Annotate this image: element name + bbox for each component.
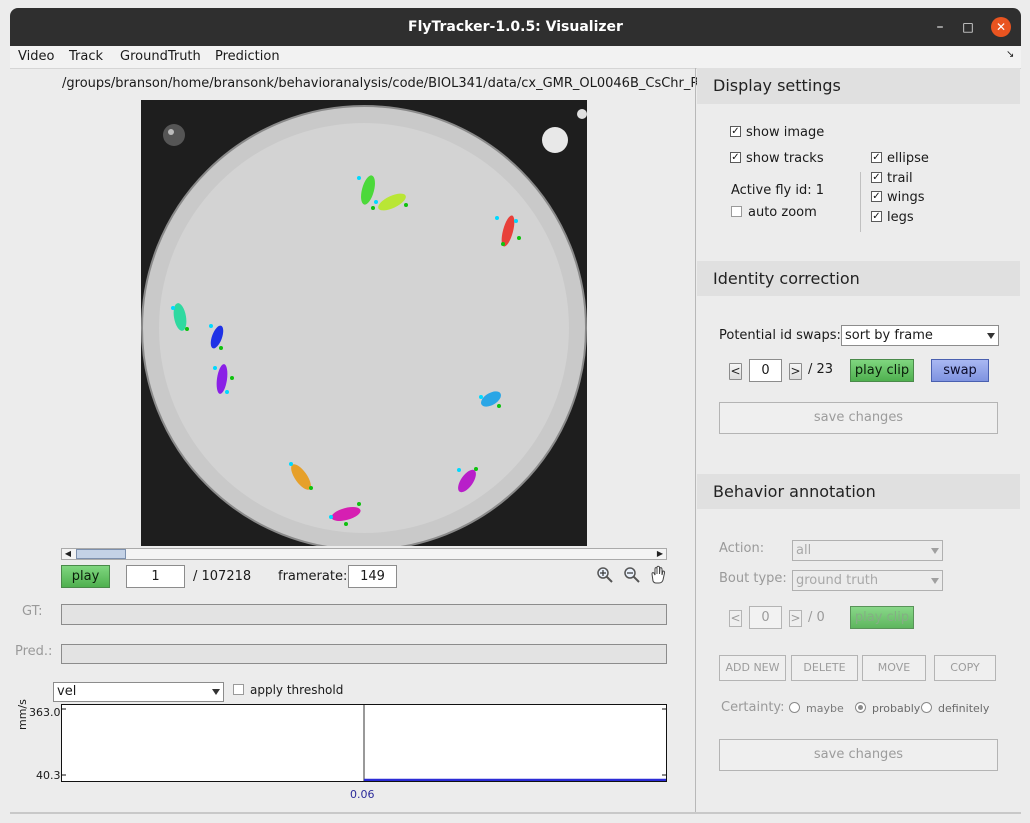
zoom-in-icon[interactable] bbox=[596, 566, 614, 584]
action-select[interactable]: all bbox=[792, 540, 943, 561]
prediction-track[interactable] bbox=[61, 644, 667, 664]
chevron-down-icon bbox=[931, 548, 939, 554]
menu-groundtruth[interactable]: GroundTruth bbox=[120, 49, 201, 64]
title-bar: FlyTracker-1.0.5: Visualizer – □ ✕ bbox=[10, 8, 1021, 46]
bout-type-select-value: ground truth bbox=[796, 573, 879, 588]
behavior-annotation-header: Behavior annotation bbox=[697, 474, 1020, 509]
bout-type-select[interactable]: ground truth bbox=[792, 570, 943, 591]
chevron-down-icon bbox=[931, 578, 939, 584]
feature-plot[interactable] bbox=[61, 704, 667, 782]
swap-total: / 23 bbox=[808, 362, 834, 377]
options-divider bbox=[860, 172, 861, 232]
scroll-right-icon[interactable]: ▶ bbox=[655, 549, 665, 559]
frame-scrollbar[interactable]: ◀ ▶ bbox=[61, 548, 667, 560]
toolbar-toggle-icon[interactable]: ↘ bbox=[1006, 49, 1014, 60]
pred-label: Pred.: bbox=[15, 644, 53, 659]
id-swaps-label: Potential id swaps: bbox=[719, 328, 841, 343]
ground-truth-track[interactable] bbox=[61, 604, 667, 625]
behavior-save-button[interactable]: save changes bbox=[719, 739, 998, 771]
video-frame[interactable] bbox=[141, 100, 587, 551]
move-button[interactable]: MOVE bbox=[862, 655, 926, 681]
menu-video[interactable]: Video bbox=[18, 49, 54, 64]
show-image-checkbox[interactable]: ✓ bbox=[730, 126, 741, 137]
prev-swap-button[interactable]: < bbox=[729, 363, 742, 380]
wings-checkbox[interactable]: ✓ bbox=[871, 191, 882, 202]
x-marker-label: 0.06 bbox=[350, 788, 375, 801]
y-max-label: 363.0 bbox=[29, 706, 61, 719]
action-label: Action: bbox=[719, 541, 765, 556]
show-image-label: show image bbox=[746, 125, 825, 140]
auto-zoom-label: auto zoom bbox=[748, 205, 817, 220]
panel-divider bbox=[695, 68, 696, 813]
chevron-down-icon bbox=[987, 333, 995, 339]
maybe-radio[interactable] bbox=[789, 702, 800, 713]
display-settings-header: Display settings bbox=[697, 68, 1020, 104]
frame-total: / 107218 bbox=[193, 569, 252, 584]
bout-index-input[interactable]: 0 bbox=[749, 606, 782, 629]
wings-label: wings bbox=[887, 190, 925, 205]
behavior-play-clip-button[interactable]: play clip bbox=[850, 606, 914, 629]
sort-select[interactable]: sort by frame bbox=[841, 325, 999, 346]
show-tracks-checkbox[interactable]: ✓ bbox=[730, 152, 741, 163]
minimize-icon[interactable]: – bbox=[930, 17, 950, 37]
sort-select-value: sort by frame bbox=[845, 328, 933, 343]
ellipse-label: ellipse bbox=[887, 151, 929, 166]
probably-radio[interactable] bbox=[855, 702, 866, 713]
play-button[interactable]: play bbox=[61, 565, 110, 588]
arena-image bbox=[141, 100, 587, 551]
menu-prediction[interactable]: Prediction bbox=[215, 49, 280, 64]
frame-input[interactable]: 1 bbox=[126, 565, 185, 588]
scroll-thumb[interactable] bbox=[76, 549, 126, 559]
legs-label: legs bbox=[887, 210, 914, 225]
apply-threshold-checkbox[interactable] bbox=[233, 684, 244, 695]
framerate-label: framerate: bbox=[278, 569, 348, 584]
next-bout-button[interactable]: > bbox=[789, 610, 802, 627]
scroll-left-icon[interactable]: ◀ bbox=[63, 549, 73, 559]
add-new-button[interactable]: ADD NEW bbox=[719, 655, 786, 681]
y-axis-label: mm/s bbox=[16, 699, 29, 730]
maximize-icon[interactable]: □ bbox=[958, 17, 978, 37]
apply-threshold-label: apply threshold bbox=[250, 683, 344, 697]
next-swap-button[interactable]: > bbox=[789, 363, 802, 380]
identity-correction-header: Identity correction bbox=[697, 261, 1020, 296]
menu-track[interactable]: Track bbox=[69, 49, 103, 64]
pan-hand-icon[interactable] bbox=[649, 565, 667, 584]
menu-bar: Video Track GroundTruth Prediction ↘ bbox=[10, 46, 1021, 69]
play-clip-button[interactable]: play clip bbox=[850, 359, 914, 382]
action-select-value: all bbox=[796, 543, 812, 558]
trail-checkbox[interactable]: ✓ bbox=[871, 172, 882, 183]
active-fly-label: Active fly id: 1 bbox=[731, 183, 825, 198]
window-bottom-edge bbox=[10, 812, 1021, 814]
bout-total: / 0 bbox=[808, 610, 825, 625]
maybe-label: maybe bbox=[806, 702, 844, 715]
swap-index-input[interactable]: 0 bbox=[749, 359, 782, 382]
trail-label: trail bbox=[887, 171, 913, 186]
feature-plot-svg bbox=[62, 705, 666, 781]
video-path: /groups/branson/home/bransonk/behavioran… bbox=[62, 76, 700, 91]
certainty-label: Certainty: bbox=[721, 700, 785, 715]
bout-type-label: Bout type: bbox=[719, 571, 787, 586]
zoom-out-icon[interactable] bbox=[623, 566, 641, 584]
close-icon[interactable]: ✕ bbox=[991, 17, 1011, 37]
delete-button[interactable]: DELETE bbox=[791, 655, 858, 681]
chevron-down-icon bbox=[212, 689, 220, 695]
probably-label: probably bbox=[872, 702, 921, 715]
gt-label: GT: bbox=[22, 604, 43, 619]
auto-zoom-checkbox[interactable] bbox=[731, 206, 742, 217]
y-min-label: 40.3 bbox=[36, 769, 61, 782]
copy-button[interactable]: COPY bbox=[934, 655, 996, 681]
swap-button[interactable]: swap bbox=[931, 359, 989, 382]
identity-save-button[interactable]: save changes bbox=[719, 402, 998, 434]
legs-checkbox[interactable]: ✓ bbox=[871, 211, 882, 222]
ellipse-checkbox[interactable]: ✓ bbox=[871, 152, 882, 163]
prev-bout-button[interactable]: < bbox=[729, 610, 742, 627]
feature-select-value: vel bbox=[57, 684, 77, 699]
window-title: FlyTracker-1.0.5: Visualizer bbox=[408, 19, 623, 35]
framerate-input[interactable]: 149 bbox=[348, 565, 397, 588]
feature-select[interactable]: vel bbox=[53, 682, 224, 702]
definitely-label: definitely bbox=[938, 702, 990, 715]
show-tracks-label: show tracks bbox=[746, 151, 824, 166]
definitely-radio[interactable] bbox=[921, 702, 932, 713]
